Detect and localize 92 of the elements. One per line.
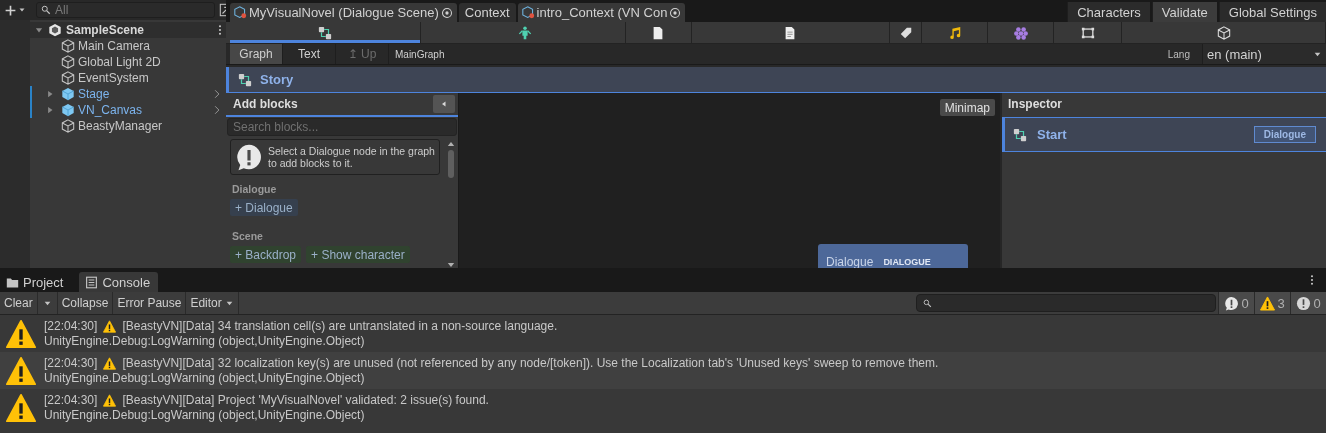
search-field[interactable]: All [36,2,215,18]
graph-icon [238,72,252,87]
search-field[interactable] [916,294,1216,312]
search-icon [923,298,932,308]
cube-icon [61,39,75,53]
target-icon[interactable] [669,6,682,19]
section-title: Dialogue [232,183,278,195]
figure-icon [517,25,532,40]
frame-icon [1080,25,1095,40]
graph-node[interactable]: Dialogue DIALOGUE [818,244,968,268]
add-block-button[interactable]: + Dialogue [230,199,298,216]
add-block-button[interactable]: + Backdrop [230,246,302,263]
search-icon [41,5,51,15]
hierarchy-item[interactable]: BeastyManager [78,119,163,133]
minimap-button[interactable]: Minimap [939,99,995,116]
add-block-button[interactable]: + Show character [306,246,410,263]
music-note-icon [947,25,962,40]
section-title: Scene [232,230,264,242]
log-time: [22:04:30] [44,392,98,408]
graph-icon [318,25,332,40]
node-type: DIALOGUE [883,256,931,267]
search-field[interactable]: Search blocks... [227,118,457,136]
graph-icon [1013,127,1027,142]
target-icon[interactable] [440,6,453,19]
scene-icon [48,23,62,37]
hexagon-cluster-icon [1013,25,1028,40]
hierarchy-item[interactable]: Main Camera [78,39,151,53]
create-button[interactable] [4,3,26,17]
scroll-up-icon[interactable] [447,141,455,147]
log-trace: UnityEngine.Debug:LogWarning (object,UnityEngine.Object) [44,407,366,423]
asset-icon [234,6,247,19]
cube-icon [61,71,75,85]
warning-icon [103,319,117,333]
toolbar-button[interactable]: Clear [0,292,38,314]
collapse-button[interactable] [433,95,455,113]
log-filter-toggle[interactable]: 0 [1218,292,1254,314]
dropdown-button[interactable]: Editor [186,292,239,314]
hierarchy-item[interactable]: EventSystem [78,71,149,85]
expanded-arrow-icon[interactable] [34,25,44,35]
scrollbar-thumb[interactable] [447,150,455,178]
list-icon [85,275,99,289]
log-message: [BeastyVN][Data] Project 'MyVisualNovel' validated: 2 issue(s) found. [122,392,489,408]
tab[interactable]: Project [0,272,72,292]
view-tab[interactable]: Text [283,44,336,64]
breadcrumb-bar[interactable]: Story [226,67,1326,93]
log-time: [22:04:30] [44,318,98,334]
hierarchy-item[interactable]: VN_Canvas [78,103,143,117]
log-trace: UnityEngine.Debug:LogWarning (object,UnityEngine.Object) [44,370,366,386]
type-tag: Dialogue [1253,126,1316,143]
plus-icon [4,3,17,17]
collapsed-arrow-icon[interactable] [45,105,55,115]
panel-title: Add blocks [233,97,298,111]
toolbar-button[interactable]: Collapse [57,292,114,314]
message-icon [235,143,263,171]
log-entry[interactable]: [22:04:30] [BeastyVN][Data] Project 'MyVisualNovel' validated: 2 issue(s) found. UnityEngine.Debug:LogWarning (object,UnityEngine.Object) [0,389,1326,426]
graph-path: MainGraph [394,47,445,62]
log-entry[interactable]: [22:04:30] [BeastyVN][Data] 34 translation cell(s) are untranslated in a non-source language. UnityEngine.Debug:LogWarning (object,UnityEngine.Object) [0,315,1326,352]
warning-icon [103,356,117,370]
asset-icon [521,6,535,19]
log-entry[interactable] [0,352,1326,389]
hierarchy-item[interactable]: Stage [78,87,110,101]
hierarchy-item[interactable]: Global Light 2D [78,55,161,69]
tag-icon [898,25,913,40]
collapsed-arrow-icon[interactable] [45,89,55,99]
caret-icon [18,6,26,14]
log-message: [BeastyVN][Data] 32 localization key(s) are unused (not referenced by any node/[token]). Use the Localization tab's 'Unused keys' sweep to remove them. [122,355,939,371]
log-trace: UnityEngine.Debug:LogWarning (object,UnityEngine.Object) [44,333,366,349]
cube-icon [1216,25,1231,40]
collapse-arrow-icon [440,100,448,108]
lang-label: Lang [1167,47,1191,62]
tab[interactable]: Console [79,272,159,292]
log-time: [22:04:30] [44,355,98,371]
tab[interactable]: Characters [1067,2,1150,22]
log-message: [BeastyVN][Data] 34 translation cell(s) are untranslated in a non-source language. [122,318,558,334]
folder-icon [6,275,19,289]
panel-title: Inspector [1007,96,1063,113]
cube-icon [61,119,75,133]
toolbar-button[interactable]: Error Pause [113,292,187,314]
hint-text: Select a Dialogue node in the graph to add blocks to it. [268,145,435,169]
document-tab[interactable]: intro_Context (VN Con [517,3,686,22]
prefab-cube-icon [61,103,75,117]
prefab-cube-icon [61,87,75,101]
log-filter-toggle[interactable]: 3 [1254,292,1290,314]
view-tab[interactable]: Graph [230,44,283,64]
log-filter-toggle[interactable]: 0 [1290,292,1326,314]
node-title: Dialogue [826,255,874,268]
warning-icon [103,393,117,407]
tab[interactable]: Validate [1151,2,1217,22]
inspector-item[interactable]: Start Dialogue [1002,117,1326,152]
document-tab[interactable]: MyVisualNovel (Dialogue Scene) [230,3,457,22]
cube-icon [61,55,75,69]
tab[interactable]: Global Settings [1218,2,1326,22]
